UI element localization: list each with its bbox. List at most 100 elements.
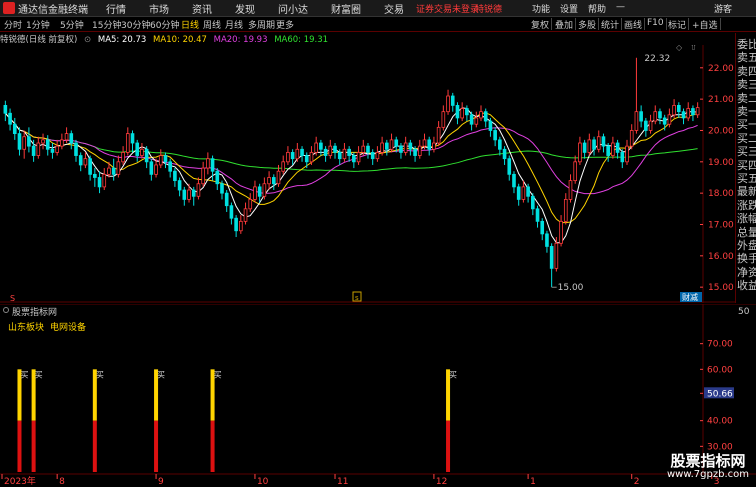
menu-market[interactable]: 市场	[149, 1, 169, 16]
candle-body[interactable]	[422, 139, 427, 147]
btn-overlay[interactable]: 叠加	[553, 18, 577, 31]
guest-label[interactable]: 游客	[714, 2, 732, 15]
candle-body[interactable]	[356, 152, 361, 163]
candle-body[interactable]	[380, 142, 384, 153]
candle-body[interactable]	[691, 108, 695, 116]
candle-body[interactable]	[22, 136, 27, 150]
menu-discover[interactable]: 发现	[235, 1, 255, 16]
candle-body[interactable]	[582, 142, 587, 153]
period-30min[interactable]: 30分钟	[121, 18, 150, 31]
candle-body[interactable]	[267, 177, 271, 185]
candle-body[interactable]	[224, 192, 229, 207]
candle-body[interactable]	[389, 139, 394, 150]
candle-body[interactable]	[191, 189, 196, 197]
candle-body[interactable]	[144, 148, 149, 163]
candle-body[interactable]	[239, 220, 243, 232]
candle-body[interactable]	[88, 158, 92, 175]
menu-settings[interactable]: 设置	[560, 2, 578, 15]
candle-body[interactable]	[300, 148, 304, 156]
candle-body[interactable]	[498, 139, 502, 150]
period-5min[interactable]: 5分钟	[60, 18, 84, 31]
candle-body[interactable]	[41, 139, 45, 144]
candle-body[interactable]	[667, 114, 672, 125]
candle-body[interactable]	[342, 148, 347, 160]
candle-body[interactable]	[573, 161, 578, 182]
candle-body[interactable]	[516, 186, 521, 200]
candle-body[interactable]	[337, 152, 342, 160]
candle-body[interactable]	[8, 112, 12, 125]
candle-body[interactable]	[323, 148, 328, 156]
candle-body[interactable]	[695, 107, 700, 116]
period-60min[interactable]: 60分钟	[150, 18, 179, 31]
candle-body[interactable]	[314, 142, 318, 153]
candle-body[interactable]	[606, 145, 610, 156]
candle-body[interactable]	[182, 189, 187, 200]
candle-body[interactable]	[50, 148, 55, 153]
candle-body[interactable]	[210, 158, 215, 172]
candle-body[interactable]	[686, 108, 691, 119]
candle-body[interactable]	[196, 183, 201, 197]
candle-body[interactable]	[629, 130, 634, 147]
candle-body[interactable]	[559, 220, 563, 244]
candle-body[interactable]	[17, 133, 22, 150]
candle-body[interactable]	[455, 105, 460, 119]
candle-body[interactable]	[549, 246, 554, 269]
candle-body[interactable]	[163, 155, 168, 163]
candle-body[interactable]	[97, 177, 102, 188]
candle-body[interactable]	[644, 120, 648, 131]
candle-body[interactable]	[502, 148, 507, 160]
period-1min[interactable]: 1分钟	[26, 18, 50, 31]
candle-body[interactable]	[55, 145, 59, 153]
candle-body[interactable]	[276, 170, 281, 185]
menu-functions[interactable]: 功能	[532, 2, 550, 15]
candle-body[interactable]	[568, 180, 573, 200]
candle-body[interactable]	[257, 186, 262, 197]
candle-body[interactable]	[60, 139, 64, 147]
candle-body[interactable]	[135, 142, 140, 156]
menu-quotes[interactable]: 行情	[106, 1, 126, 16]
btn-draw[interactable]: 画线	[622, 18, 646, 31]
candle-body[interactable]	[531, 195, 535, 210]
btn-add-watchlist[interactable]: +自选	[690, 18, 721, 31]
candle-body[interactable]	[187, 189, 191, 200]
candle-body[interactable]	[469, 114, 474, 125]
indicator-chart[interactable]: 买买买买买买 70.0060.0050.6640.0030.00 2023年 8 9…	[0, 304, 756, 487]
candle-body[interactable]	[107, 167, 111, 175]
candle-body[interactable]	[587, 139, 592, 153]
candle-body[interactable]	[596, 136, 601, 150]
candle-body[interactable]	[427, 139, 432, 150]
candle-body[interactable]	[615, 142, 620, 153]
candle-body[interactable]	[36, 142, 41, 156]
candle-body[interactable]	[653, 111, 658, 122]
period-weekly[interactable]: 周线	[203, 18, 221, 31]
menu-minimize[interactable]: —	[616, 2, 625, 12]
candle-body[interactable]	[83, 158, 88, 166]
right-badge[interactable]: 财减	[682, 292, 698, 302]
candle-body[interactable]	[676, 105, 681, 113]
candle-body[interactable]	[140, 148, 144, 156]
candle-body[interactable]	[271, 177, 276, 185]
candle-body[interactable]	[592, 139, 596, 150]
period-daily[interactable]: 日线	[181, 18, 199, 31]
candle-body[interactable]	[639, 111, 643, 122]
login-status[interactable]: 证券交易未登录	[416, 2, 479, 15]
candle-body[interactable]	[116, 161, 121, 175]
candle-body[interactable]	[64, 133, 69, 141]
period-more[interactable]: 更多	[276, 18, 294, 31]
btn-adjust[interactable]: 复权	[529, 18, 553, 31]
candle-body[interactable]	[93, 173, 97, 178]
candle-body[interactable]	[385, 142, 389, 150]
btn-multistock[interactable]: 多股	[576, 18, 600, 31]
period-monthly[interactable]: 月线	[225, 18, 243, 31]
candle-body[interactable]	[177, 180, 182, 191]
candle-body[interactable]	[333, 145, 337, 153]
candle-body[interactable]	[229, 205, 234, 219]
candle-body[interactable]	[681, 111, 686, 119]
btn-mark[interactable]: 标记	[666, 18, 690, 31]
candle-body[interactable]	[526, 186, 530, 197]
candle-body[interactable]	[417, 145, 422, 156]
candle-body[interactable]	[540, 220, 545, 235]
candle-body[interactable]	[620, 152, 625, 163]
candle-body[interactable]	[479, 111, 483, 119]
candle-body[interactable]	[45, 139, 50, 150]
